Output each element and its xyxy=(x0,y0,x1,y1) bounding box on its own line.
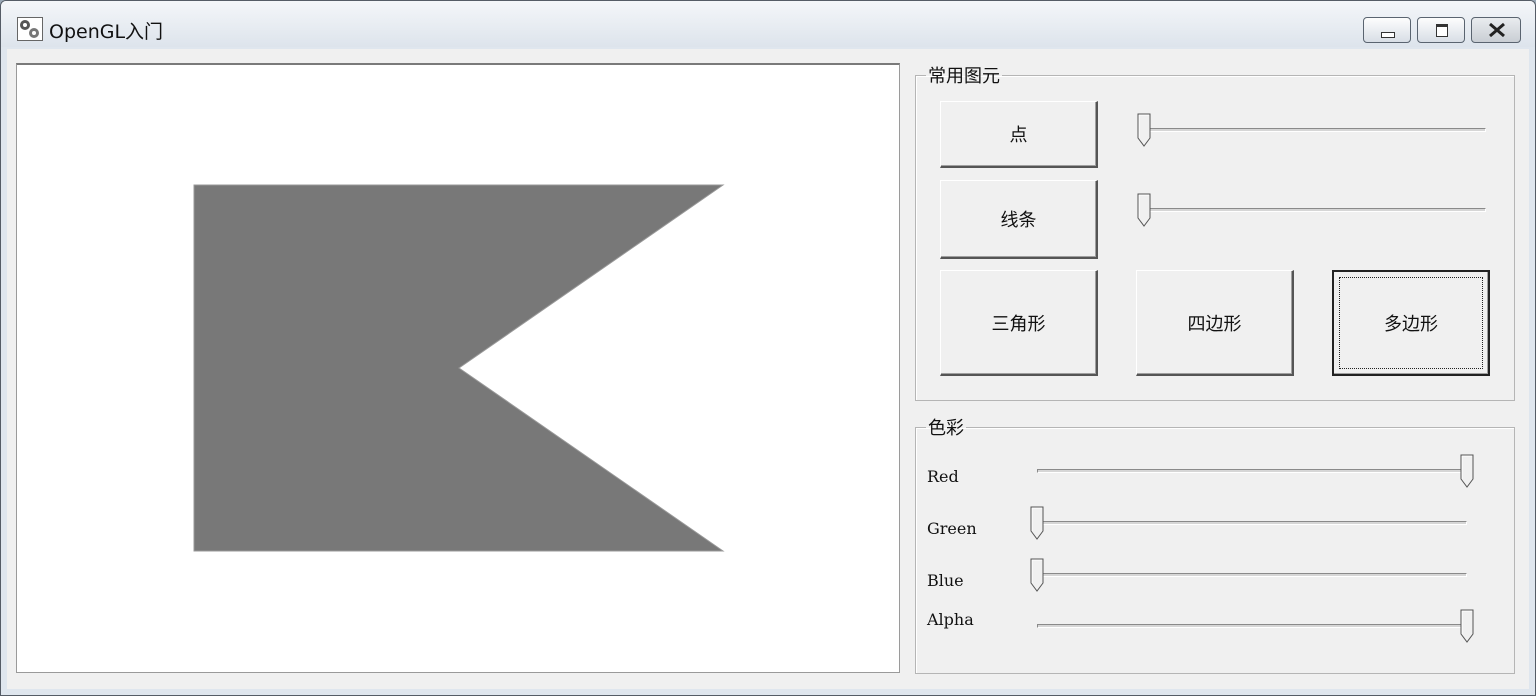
blue-slider[interactable] xyxy=(1030,558,1479,598)
triangle-button[interactable]: 三角形 xyxy=(940,270,1098,376)
polygon-button[interactable]: 多边形 xyxy=(1332,270,1490,376)
primitives-group-title: 常用图元 xyxy=(928,66,1000,87)
line-button[interactable]: 线条 xyxy=(940,180,1098,259)
rendered-polygon xyxy=(193,184,725,552)
line-width-slider[interactable] xyxy=(1137,193,1496,233)
window-title: OpenGL入门 xyxy=(49,21,164,43)
minimize-button[interactable] xyxy=(1363,17,1411,43)
app-window: OpenGL入门 常用图元 点 线条 三角形 四边形 多边形 色彩 Red Gr… xyxy=(0,0,1536,696)
slider-track[interactable] xyxy=(1037,624,1467,628)
quad-button-label: 四边形 xyxy=(1187,313,1242,335)
close-button[interactable] xyxy=(1471,17,1521,43)
maximize-button[interactable] xyxy=(1417,17,1465,43)
red-slider[interactable] xyxy=(1031,454,1479,494)
triangle-button-label: 三角形 xyxy=(991,313,1046,335)
quad-button[interactable]: 四边形 xyxy=(1136,270,1294,376)
slider-thumb[interactable] xyxy=(1137,193,1151,227)
gears-icon xyxy=(17,17,43,41)
slider-thumb[interactable] xyxy=(1460,609,1474,643)
polygon-button-label: 多边形 xyxy=(1384,314,1438,335)
slider-thumb[interactable] xyxy=(1460,454,1474,488)
slider-track[interactable] xyxy=(1037,469,1467,473)
canvas-svg xyxy=(193,184,725,552)
alpha-label: Alpha xyxy=(927,610,974,629)
close-icon xyxy=(1489,22,1505,38)
slider-track[interactable] xyxy=(1037,521,1467,525)
client-area: 常用图元 点 线条 三角形 四边形 多边形 色彩 Red Green Blue … xyxy=(7,49,1529,689)
blue-label: Blue xyxy=(927,571,964,590)
red-label: Red xyxy=(927,467,959,486)
opengl-canvas[interactable] xyxy=(16,63,900,673)
color-group-title: 色彩 xyxy=(928,418,964,439)
point-button-label: 点 xyxy=(1009,125,1028,146)
green-label: Green xyxy=(927,519,977,538)
title-bar[interactable]: OpenGL入门 xyxy=(1,1,1535,47)
slider-track[interactable] xyxy=(1037,573,1467,577)
green-slider[interactable] xyxy=(1030,506,1479,546)
alpha-slider[interactable] xyxy=(1031,609,1479,649)
point-button[interactable]: 点 xyxy=(940,101,1098,168)
line-button-label: 线条 xyxy=(1000,210,1037,231)
slider-thumb[interactable] xyxy=(1030,558,1044,592)
slider-track[interactable] xyxy=(1144,128,1486,132)
slider-track[interactable] xyxy=(1144,208,1486,212)
slider-thumb[interactable] xyxy=(1030,506,1044,540)
point-size-slider[interactable] xyxy=(1137,113,1496,153)
slider-thumb[interactable] xyxy=(1137,113,1151,147)
